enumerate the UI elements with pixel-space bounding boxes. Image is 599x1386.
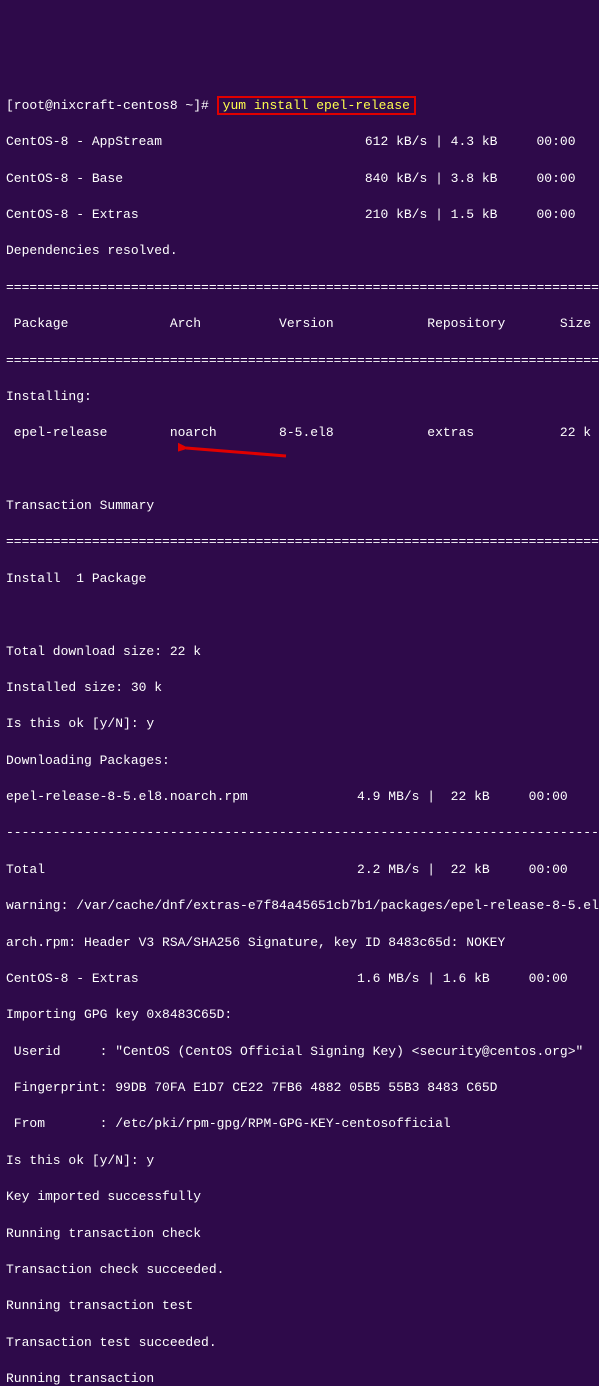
deps-resolved: Dependencies resolved. xyxy=(6,242,593,260)
installed-size: Installed size: 30 k xyxy=(6,679,593,697)
warning-line: arch.rpm: Header V3 RSA/SHA256 Signature… xyxy=(6,934,593,952)
shell-prompt: [root@nixcraft-centos8 ~]# xyxy=(6,98,217,113)
download-size: Total download size: 22 k xyxy=(6,643,593,661)
key-imported: Key imported successfully xyxy=(6,1188,593,1206)
divider: ========================================… xyxy=(6,279,593,297)
installing-label: Installing: xyxy=(6,388,593,406)
gpg-fingerprint: Fingerprint: 99DB 70FA E1D7 CE22 7FB6 48… xyxy=(6,1079,593,1097)
gpg-import: Importing GPG key 0x8483C65D: xyxy=(6,1006,593,1024)
trans-run: Running transaction xyxy=(6,1370,593,1386)
repo-line: CentOS-8 - Extras 210 kB/s | 1.5 kB 00:0… xyxy=(6,206,593,224)
repo-line: CentOS-8 - Base 840 kB/s | 3.8 kB 00:00 xyxy=(6,170,593,188)
command-highlight: yum install epel-release xyxy=(217,96,416,115)
gpg-userid: Userid : "CentOS (CentOS Official Signin… xyxy=(6,1043,593,1061)
total-line: Total 2.2 MB/s | 22 kB 00:00 xyxy=(6,861,593,879)
confirm-prompt: Is this ok [y/N]: y xyxy=(6,715,593,733)
transaction-summary: Transaction Summary xyxy=(6,497,593,515)
divider: ========================================… xyxy=(6,533,593,551)
gpg-from: From : /etc/pki/rpm-gpg/RPM-GPG-KEY-cent… xyxy=(6,1115,593,1133)
install-count: Install 1 Package xyxy=(6,570,593,588)
trans-test: Running transaction test xyxy=(6,1297,593,1315)
warning-line: warning: /var/cache/dnf/extras-e7f84a456… xyxy=(6,897,593,915)
trans-test-ok: Transaction test succeeded. xyxy=(6,1334,593,1352)
trans-check-ok: Transaction check succeeded. xyxy=(6,1261,593,1279)
trans-check: Running transaction check xyxy=(6,1225,593,1243)
divider: ========================================… xyxy=(6,352,593,370)
table-headers: Package Arch Version Repository Size xyxy=(6,315,593,333)
download-line: epel-release-8-5.el8.noarch.rpm 4.9 MB/s… xyxy=(6,788,593,806)
confirm-prompt: Is this ok [y/N]: y xyxy=(6,1152,593,1170)
repo-line: CentOS-8 - AppStream 612 kB/s | 4.3 kB 0… xyxy=(6,133,593,151)
divider-dash: ----------------------------------------… xyxy=(6,824,593,842)
package-row: epel-release noarch 8-5.el8 extras 22 k xyxy=(6,424,593,442)
downloading-label: Downloading Packages: xyxy=(6,752,593,770)
terminal-output: [root@nixcraft-centos8 ~]# yum install e… xyxy=(6,79,593,1386)
repo-line: CentOS-8 - Extras 1.6 MB/s | 1.6 kB 00:0… xyxy=(6,970,593,988)
